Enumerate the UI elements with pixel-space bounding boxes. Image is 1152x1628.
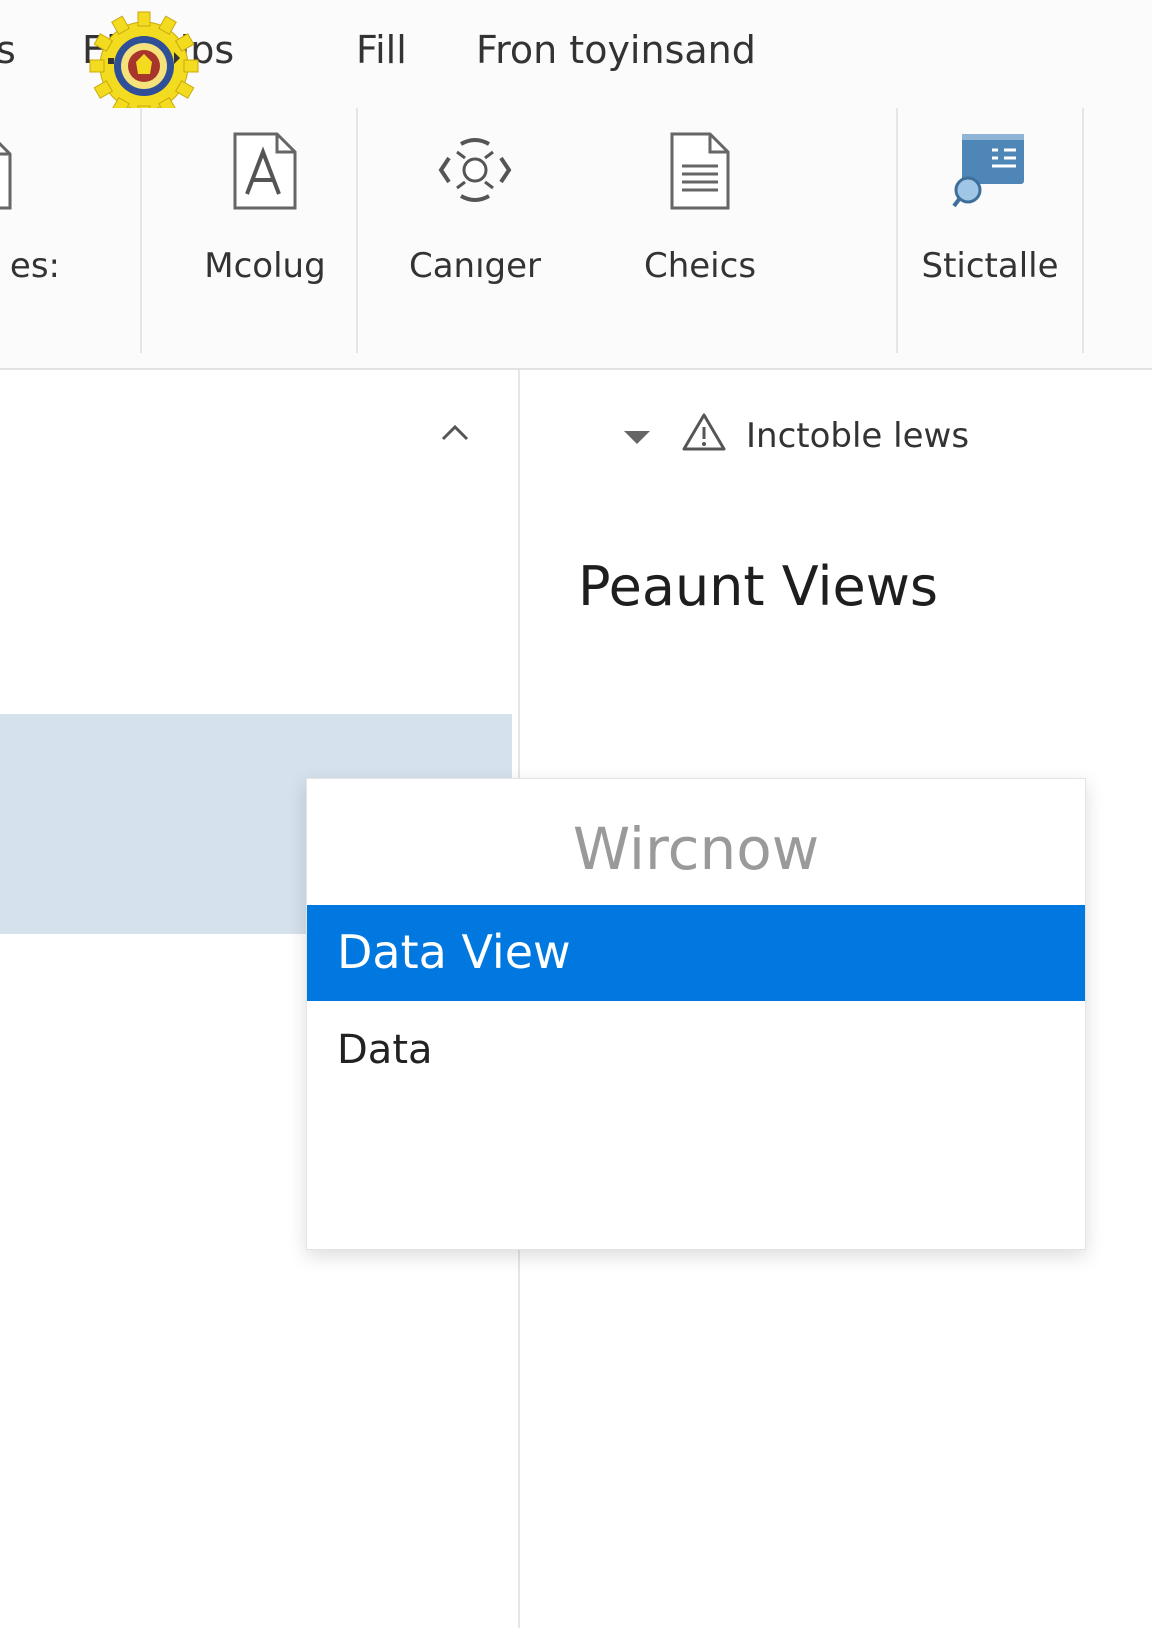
warning-triangle-icon — [682, 413, 726, 451]
tab-s[interactable]: s — [0, 28, 16, 72]
ribbon-toolbar: es: Mcolug Canıger Cheics Stictalle — [0, 108, 1152, 370]
ribbon-button-cheics[interactable]: Cheics — [605, 108, 795, 353]
ribbon-separator — [356, 108, 358, 353]
popup-title: Wircnow — [572, 815, 820, 883]
transform-arrows-icon — [438, 138, 512, 202]
ribbon-button-label: Stictalle — [921, 246, 1059, 286]
view-selector-popup: Wircnow Data View Data — [306, 778, 1086, 1250]
ribbon-button-stictalle[interactable]: Stictalle — [895, 108, 1085, 353]
ribbon-button-mcolug[interactable]: Mcolug — [170, 108, 360, 353]
option-label: Data View — [337, 925, 571, 979]
page-title: Peaunt Views — [578, 555, 939, 618]
text-document-icon — [670, 132, 730, 210]
ribbon-separator — [1082, 108, 1084, 353]
option-label: Data — [337, 1027, 433, 1073]
font-a-icon — [233, 132, 297, 210]
ribbon-separator — [140, 108, 142, 353]
emblem-logo — [89, 11, 199, 121]
document-icon — [0, 141, 12, 210]
ribbon-button-label: Canıger — [408, 246, 542, 286]
ribbon-button-label: Cheics — [643, 246, 757, 286]
ribbon-button-label: Mcolug — [204, 246, 326, 286]
ribbon-button-label: es: — [9, 246, 60, 286]
presentation-chart-icon — [952, 134, 1024, 208]
option-data[interactable]: Data — [307, 1001, 1085, 1097]
tab-fron-toyinsand[interactable]: Fron toyinsand — [476, 28, 756, 72]
tab-fill[interactable]: Fill — [356, 28, 407, 72]
menu-bar: s Eightlps Fill Fron toyinsand — [0, 0, 1152, 121]
warning-label[interactable]: Inctoble lews — [746, 416, 969, 456]
option-data-view[interactable]: Data View — [307, 905, 1085, 1001]
ribbon-button-es[interactable]: es: — [0, 108, 60, 353]
chevron-up-icon[interactable] — [437, 415, 473, 451]
caret-down-icon[interactable] — [622, 427, 652, 447]
ribbon-button-caniger[interactable]: Canıger — [380, 108, 570, 353]
